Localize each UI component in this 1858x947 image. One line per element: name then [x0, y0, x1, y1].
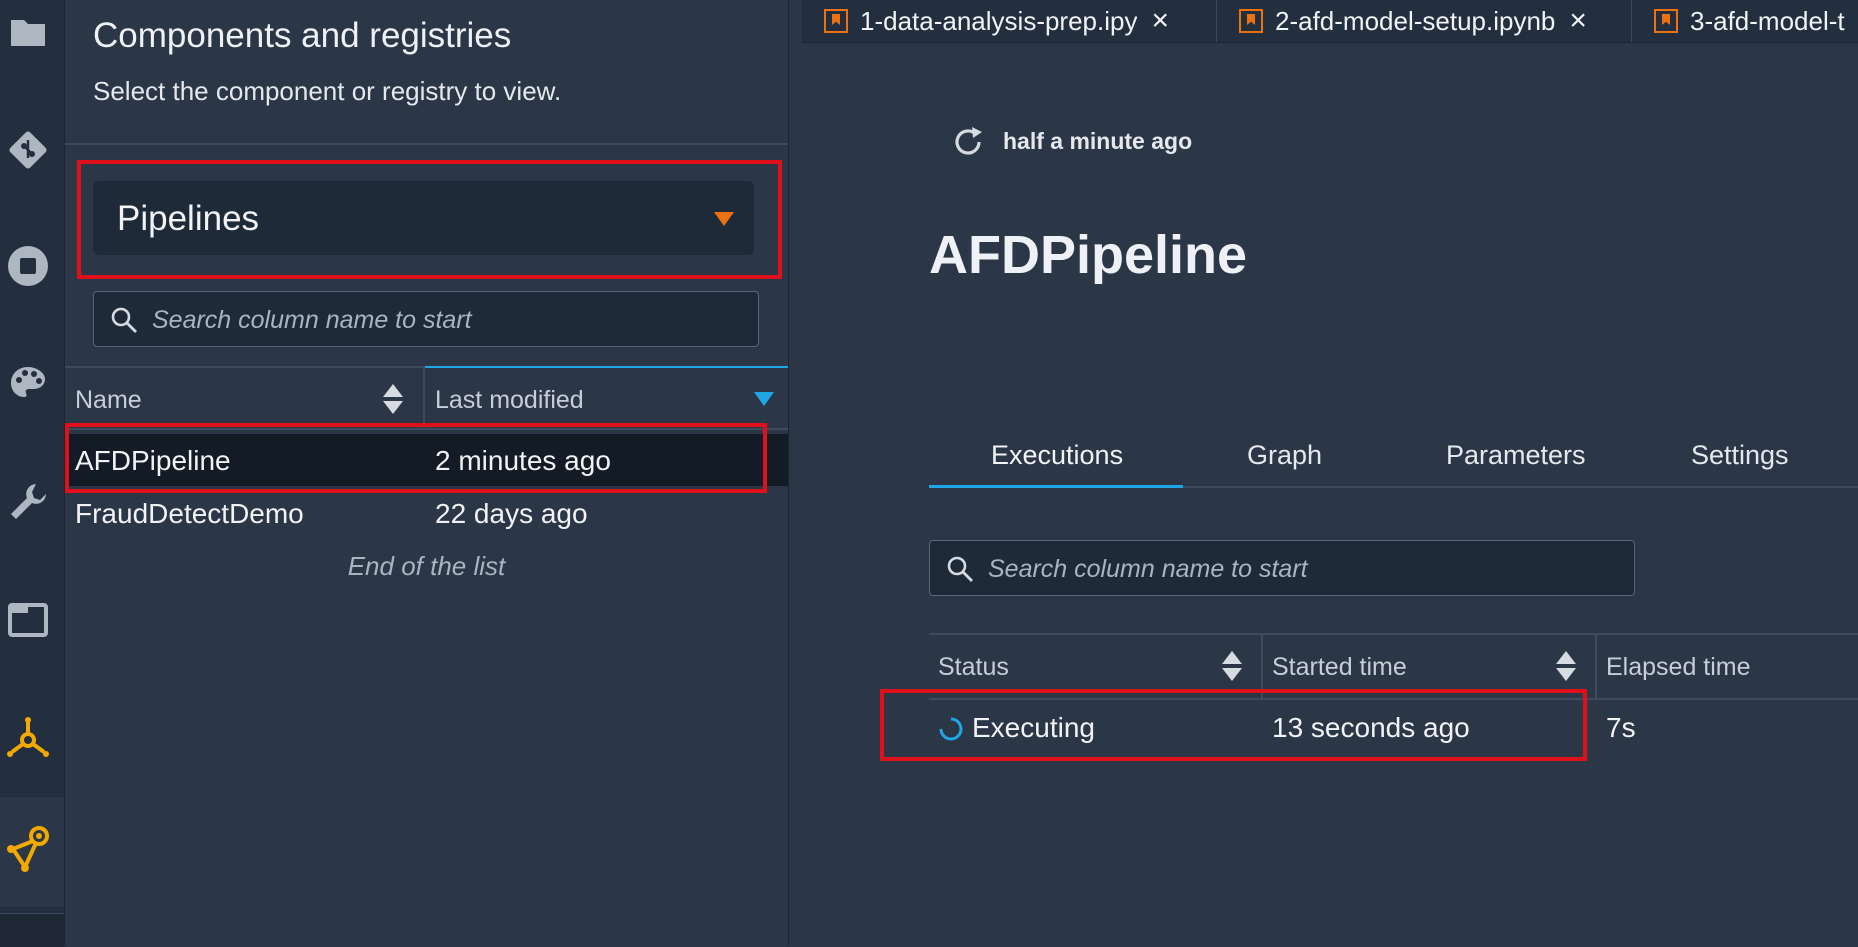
notebook-icon [1654, 9, 1678, 33]
pipeline-nodes-icon[interactable] [0, 822, 56, 878]
editor-tab-bar: 1-data-analysis-prep.ipy × 2-afd-model-s… [802, 0, 1858, 43]
column-header-name[interactable]: Name [75, 386, 142, 415]
table-row[interactable]: FraudDetectDemo 22 days ago [65, 487, 788, 539]
window-icon[interactable] [0, 592, 56, 648]
search-input[interactable] [986, 549, 1610, 589]
sort-active-underline [425, 366, 788, 368]
stop-circle-icon[interactable] [0, 238, 56, 294]
folder-icon[interactable] [0, 4, 56, 60]
pipeline-tabs: Executions Graph Parameters Settings [929, 430, 1858, 488]
editor-tab[interactable]: 1-data-analysis-prep.ipy × [802, 0, 1217, 42]
tab-parameters[interactable]: Parameters [1446, 440, 1586, 471]
table-row[interactable]: AFDPipeline 2 minutes ago [65, 434, 788, 486]
pipeline-title: AFDPipeline [929, 225, 1248, 285]
column-separator [1595, 635, 1597, 700]
tab-executions[interactable]: Executions [991, 440, 1123, 471]
row-modified: 22 days ago [435, 498, 588, 529]
sort-icon[interactable] [382, 382, 404, 416]
execution-status: Executing [972, 712, 1095, 743]
column-separator [423, 368, 425, 430]
spinner-icon [939, 717, 963, 741]
row-name: AFDPipeline [75, 445, 231, 476]
editor-tab[interactable]: 3-afd-model-t [1632, 0, 1858, 42]
panel-title: Components and registries [93, 16, 512, 55]
search-input[interactable] [150, 300, 734, 340]
sort-icon[interactable] [1221, 649, 1243, 683]
panel-subtitle: Select the component or registry to view… [93, 76, 562, 106]
refresh-icon[interactable] [950, 124, 986, 160]
tab-label: 1-data-analysis-prep.ipy [860, 5, 1138, 36]
row-name: FraudDetectDemo [75, 498, 304, 529]
tab-graph[interactable]: Graph [1247, 440, 1322, 471]
editor-tab[interactable]: 2-afd-model-setup.ipynb × [1217, 0, 1632, 42]
wrench-icon[interactable] [0, 474, 56, 530]
panel-search [93, 291, 759, 347]
table-row[interactable]: Executing 13 seconds ago 7s [929, 700, 1858, 756]
registry-type-select[interactable]: Pipelines [93, 181, 754, 255]
table-header: Name Last modified [65, 366, 788, 430]
execution-started: 13 seconds ago [1272, 712, 1470, 743]
close-icon[interactable]: × [1151, 6, 1169, 36]
tab-label: 3-afd-model-t [1690, 5, 1845, 36]
palette-icon[interactable] [0, 356, 56, 412]
execution-elapsed: 7s [1606, 712, 1636, 743]
search-icon [111, 307, 137, 333]
components-icon[interactable] [0, 710, 56, 766]
column-header-started-time[interactable]: Started time [1272, 653, 1407, 682]
main-area: 1-data-analysis-prep.ipy × 2-afd-model-s… [802, 0, 1858, 946]
executions-search [929, 540, 1635, 596]
components-panel: Components and registries Select the com… [64, 0, 789, 946]
activity-bar [0, 0, 64, 947]
column-separator [1261, 635, 1263, 700]
select-value: Pipelines [117, 199, 260, 238]
search-icon [947, 556, 973, 582]
active-tab-underline [929, 485, 1183, 488]
close-icon[interactable]: × [1569, 6, 1587, 36]
sort-icon[interactable] [1555, 649, 1577, 683]
caret-down-icon [714, 212, 734, 226]
activity-bar-bottom-button[interactable] [0, 913, 64, 947]
column-header-last-modified[interactable]: Last modified [435, 386, 584, 415]
executions-table-header: Status Started time Elapsed time [929, 633, 1858, 700]
column-header-status[interactable]: Status [938, 653, 1009, 682]
sort-desc-icon[interactable] [753, 390, 775, 408]
row-modified: 2 minutes ago [435, 445, 611, 476]
end-of-list-text: End of the list [347, 551, 506, 581]
notebook-icon [1239, 9, 1263, 33]
last-refreshed-text: half a minute ago [1003, 128, 1193, 154]
notebook-icon [824, 9, 848, 33]
tab-label: 2-afd-model-setup.ipynb [1275, 5, 1556, 36]
column-header-elapsed-time[interactable]: Elapsed time [1606, 653, 1751, 682]
git-icon[interactable] [0, 122, 56, 178]
divider [65, 143, 788, 145]
tab-settings[interactable]: Settings [1691, 440, 1789, 471]
